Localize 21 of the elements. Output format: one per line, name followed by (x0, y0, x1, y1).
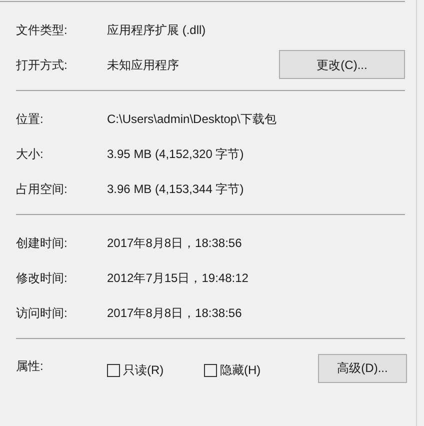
field-value: 2017年8月8日，18:38:56 (107, 304, 243, 322)
field-value: 3.96 MB (4,153,344 字节) (107, 180, 245, 198)
field-value: 2012年7月15日，19:48:12 (107, 270, 250, 286)
checkbox[interactable]: 隐藏(H) (204, 357, 301, 379)
field-label: 属性: (16, 358, 44, 375)
field-label: 文件类型: (16, 22, 68, 38)
advanced-button[interactable]: 高级(D)... (318, 354, 407, 382)
checkbox[interactable]: 只读(R) (107, 357, 204, 379)
field-label: 访问时间: (16, 304, 68, 322)
field-value: 未知应用程序 (107, 56, 180, 74)
field-value: 3.95 MB (4,152,320 字节) (107, 146, 245, 162)
change-button[interactable]: 更改(C)... (279, 50, 405, 79)
field-label: 打开方式: (16, 56, 68, 74)
field-value: C:\Users\admin\Desktop\下载包 (107, 110, 278, 128)
field-label: 大小: (16, 146, 44, 162)
field-label: 创建时间: (16, 234, 68, 252)
field-value: 应用程序扩展 (.dll) (107, 22, 207, 38)
field-label: 位置: (16, 110, 44, 128)
field-label: 修改时间: (16, 270, 68, 286)
field-label: 占用空间: (16, 180, 68, 198)
field-value: 2017年8月8日，18:38:56 (107, 234, 243, 252)
